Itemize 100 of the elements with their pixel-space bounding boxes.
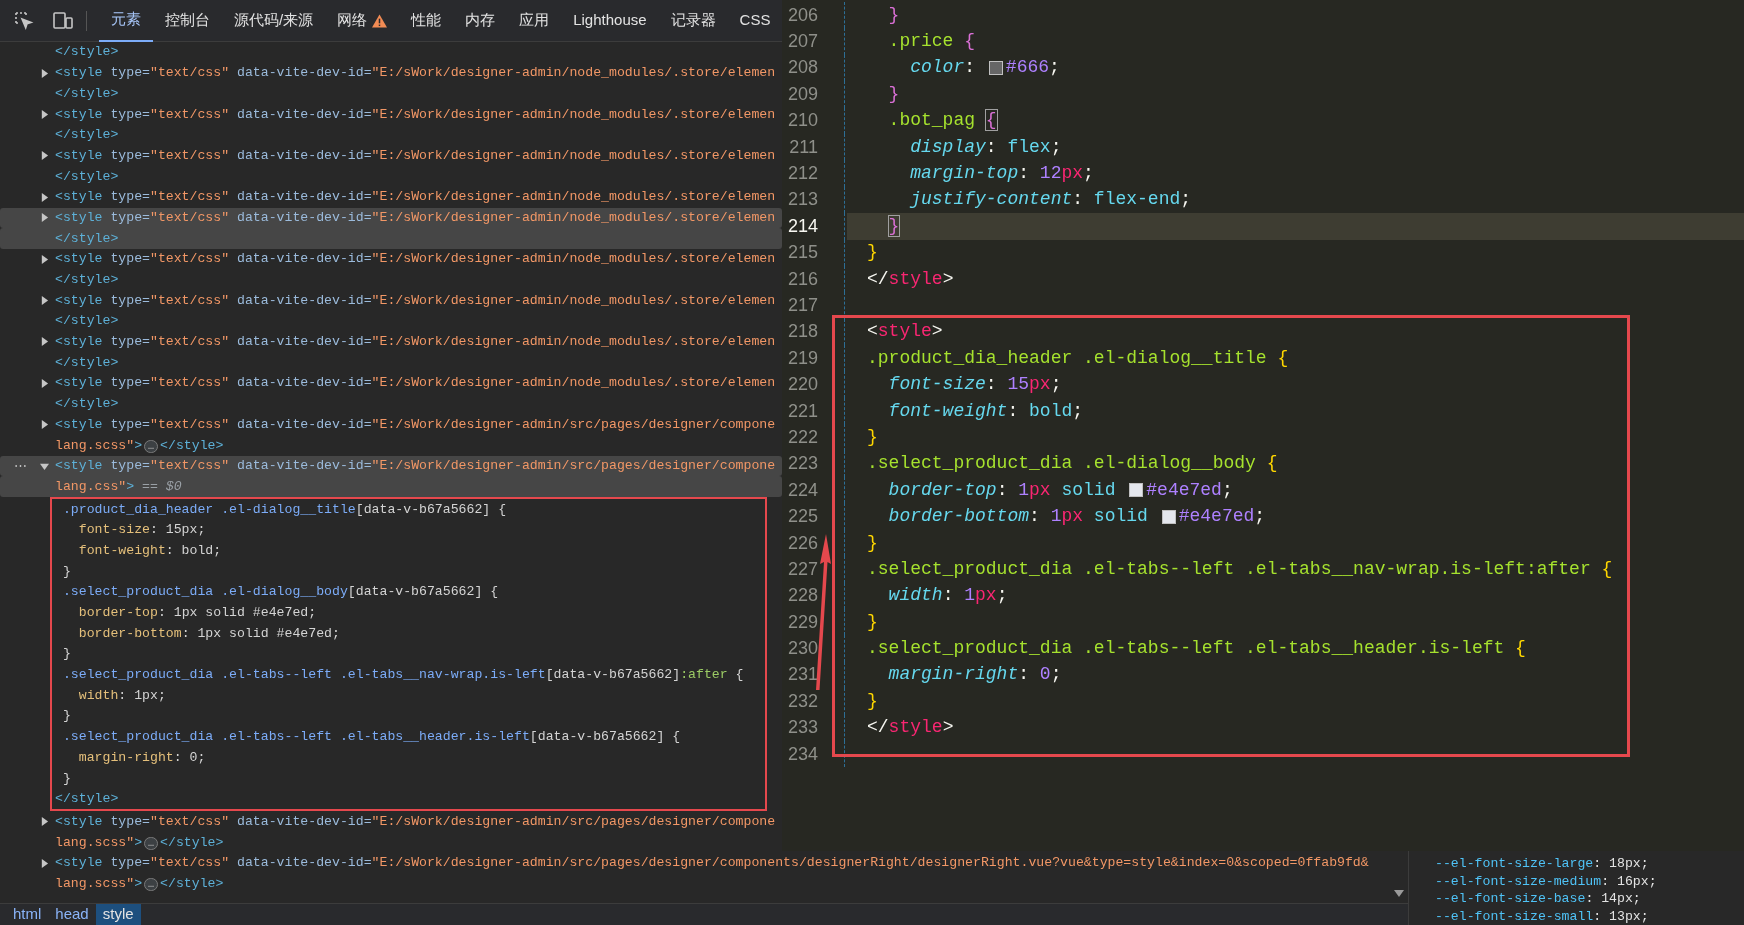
code-line: margin-right: 0; <box>77 748 206 767</box>
line-number: 226 <box>786 531 819 555</box>
line-number: 230 <box>786 637 819 661</box>
line-number: 215 <box>786 241 819 265</box>
panel-tab[interactable]: Lighthouse <box>561 0 659 42</box>
breadcrumb-item[interactable]: html <box>6 903 49 925</box>
code-line: <style type="text/css" data-vite-dev-id="E:/sWork/designer-admin/src/pages/designer/compone <box>55 457 776 476</box>
dom-node-row[interactable]: </style> <box>0 393 782 415</box>
line-number: 210 <box>786 109 819 133</box>
panel-tab[interactable]: 内存 <box>453 0 508 42</box>
line-number: 217 <box>786 294 819 317</box>
caret-right-icon[interactable] <box>40 858 49 868</box>
code-text: } <box>867 241 878 265</box>
caret-down-icon[interactable] <box>40 461 49 471</box>
panel-tab[interactable]: 控制台 <box>153 0 222 42</box>
dom-node-row[interactable]: <style type="text/css" data-vite-dev-id="E:/sWork/designer-admin/src/pages/designer/components/designerRight/designerRight.vue?vue&type=style&index=0&scoped=0ffab9fd& <box>0 852 1400 874</box>
line-number: 218 <box>786 320 819 344</box>
panel-tab[interactable]: 记录器 <box>658 0 728 42</box>
color-swatch-icon[interactable] <box>1161 509 1176 524</box>
panel-tab[interactable]: CSS <box>727 0 783 42</box>
code-line: <style type="text/css" data-vite-dev-id="E:/sWork/designer-admin/src/pages/designer/compone <box>55 812 776 831</box>
caret-right-icon[interactable] <box>40 192 49 202</box>
code-line: lang.scss"> … </style> <box>55 833 224 853</box>
dom-node-row[interactable]: <style type="text/css" data-vite-dev-id="E:/sWork/designer-admin/node_modules/.store/elemen <box>0 248 782 270</box>
caret-right-icon[interactable] <box>40 296 49 306</box>
caret-right-icon[interactable] <box>40 109 49 119</box>
breadcrumb-item[interactable]: style <box>95 903 141 925</box>
line-number: 231 <box>786 663 819 687</box>
dom-node-row[interactable]: ⋯ <style type="text/css" data-vite-dev-id="E:/sWork/designer-admin/src/pages/designer/compone <box>0 455 782 477</box>
css-variable-line: --el-font-size-large: 18px; <box>1434 855 1650 873</box>
line-number: 223 <box>786 452 819 476</box>
dom-node-row[interactable]: <style type="text/css" data-vite-dev-id="E:/sWork/designer-admin/node_modules/.store/elemen <box>0 331 782 353</box>
code-text: font-size: 15px; <box>887 373 1062 397</box>
code-text: width: 1px; <box>887 584 1008 608</box>
device-toolbar-icon[interactable] <box>52 10 74 31</box>
caret-right-icon[interactable] <box>40 420 49 430</box>
dom-node-row[interactable]: </style> <box>0 166 782 187</box>
code-line: <style type="text/css" data-vite-dev-id="E:/sWork/designer-admin/node_modules/.store/elemen <box>55 146 776 165</box>
inspect-icon[interactable] <box>14 10 34 31</box>
caret-right-icon[interactable] <box>40 213 49 223</box>
dom-node-row[interactable]: lang.scss"> … </style> <box>0 832 782 853</box>
caret-right-icon[interactable] <box>40 254 49 264</box>
breadcrumb-item[interactable]: head <box>48 903 96 925</box>
dom-node-row[interactable]: <style type="text/css" data-vite-dev-id="E:/sWork/designer-admin/node_modules/.store/elemen <box>0 62 782 84</box>
dom-node-row[interactable]: lang.scss"> … </style> <box>0 873 1400 895</box>
code-line: </style> <box>55 84 119 103</box>
code-text: <style> <box>867 320 943 344</box>
caret-right-icon[interactable] <box>40 337 49 347</box>
dom-node-row[interactable]: <style type="text/css" data-vite-dev-id="E:/sWork/designer-admin/node_modules/.store/elemen <box>0 186 782 208</box>
dom-node-row[interactable]: <style type="text/css" data-vite-dev-id="E:/sWork/designer-admin/node_modules/.store/elemen <box>0 145 782 167</box>
code-text: } <box>887 3 900 27</box>
dom-node-row[interactable]: </style> <box>0 352 782 373</box>
panel-tab[interactable]: 源代码/来源 <box>222 0 326 42</box>
code-line: } <box>61 769 71 788</box>
dom-node-row[interactable]: <style type="text/css" data-vite-dev-id="E:/sWork/designer-admin/src/pages/designer/compone <box>0 811 782 833</box>
line-number: 219 <box>786 346 819 370</box>
code-line: </style> <box>55 312 119 331</box>
dom-node-row[interactable]: </style> <box>0 83 782 105</box>
panel-tab[interactable]: 性能 <box>399 0 454 42</box>
code-text: .select_product_dia .el-tabs--left .el-tabs__header.is-left { <box>867 637 1526 661</box>
dom-node-row[interactable]: <style type="text/css" data-vite-dev-id="E:/sWork/designer-admin/src/pages/designer/compone <box>0 414 782 436</box>
dom-node-row[interactable]: </style> <box>0 124 782 146</box>
code-line: </style> <box>55 353 119 372</box>
panel-tab[interactable]: 应用 <box>507 0 562 42</box>
dom-node-row[interactable]: </style> <box>0 310 782 332</box>
dom-node-row[interactable]: <style type="text/css" data-vite-dev-id="E:/sWork/designer-admin/node_modules/.store/elemen <box>0 373 782 394</box>
color-swatch-icon[interactable] <box>988 60 1003 75</box>
code-line: .select_product_dia .el-dialog__body[data-v-b67a5662] { <box>61 583 499 602</box>
code-line: .select_product_dia .el-tabs--left .el-tabs__nav-wrap.is-left[data-v-b67a5662]:after { <box>61 666 744 685</box>
code-line: width: 1px; <box>77 686 166 705</box>
dom-node-row[interactable]: </style> <box>0 228 782 249</box>
caret-right-icon[interactable] <box>40 378 49 388</box>
code-line: font-size: 15px; <box>77 521 206 540</box>
line-number: 228 <box>786 584 819 608</box>
caret-right-icon[interactable] <box>40 151 49 161</box>
code-text: #666; <box>1005 56 1060 80</box>
dom-node-row[interactable]: <style type="text/css" data-vite-dev-id="E:/sWork/designer-admin/node_modules/.store/elemen <box>0 104 782 125</box>
line-number: 207 <box>786 30 819 54</box>
css-variable-line: --el-font-size-medium: 16px; <box>1434 872 1658 890</box>
code-line: .product_dia_header .el-dialog__title[data-v-b67a5662] { <box>61 500 507 519</box>
dom-node-row[interactable]: lang.css"> == $0 <box>0 476 782 498</box>
caret-right-icon[interactable] <box>40 68 49 78</box>
code-text: } <box>887 82 900 106</box>
panel-tab[interactable]: 元素 <box>99 0 153 42</box>
scroll-down-icon[interactable] <box>1394 890 1404 897</box>
row-menu-marker[interactable]: ⋯ <box>13 456 27 476</box>
caret-right-icon[interactable] <box>40 817 49 827</box>
code-text: </style> <box>867 267 954 291</box>
line-number: 213 <box>786 188 819 212</box>
code-line: </style> <box>55 126 119 145</box>
dom-node-row[interactable]: </style> <box>0 42 782 63</box>
dom-node-row[interactable]: </style> <box>0 269 782 291</box>
code-line: border-top: 1px solid #e4e7ed; <box>77 604 317 622</box>
panel-tab[interactable]: 网络 <box>325 0 400 42</box>
css-variable-line: --el-font-size-base: 14px; <box>1434 890 1642 908</box>
dom-node-row[interactable]: <style type="text/css" data-vite-dev-id="E:/sWork/designer-admin/node_modules/.store/elemen <box>0 290 782 311</box>
dom-node-row[interactable]: <style type="text/css" data-vite-dev-id="E:/sWork/designer-admin/node_modules/.store/elemen <box>0 207 782 229</box>
dom-node-row[interactable]: lang.scss"> … </style> <box>0 435 782 456</box>
code-line: <style type="text/css" data-vite-dev-id="E:/sWork/designer-admin/node_modules/.store/elemen <box>55 208 776 227</box>
color-swatch-icon[interactable] <box>1129 483 1144 498</box>
